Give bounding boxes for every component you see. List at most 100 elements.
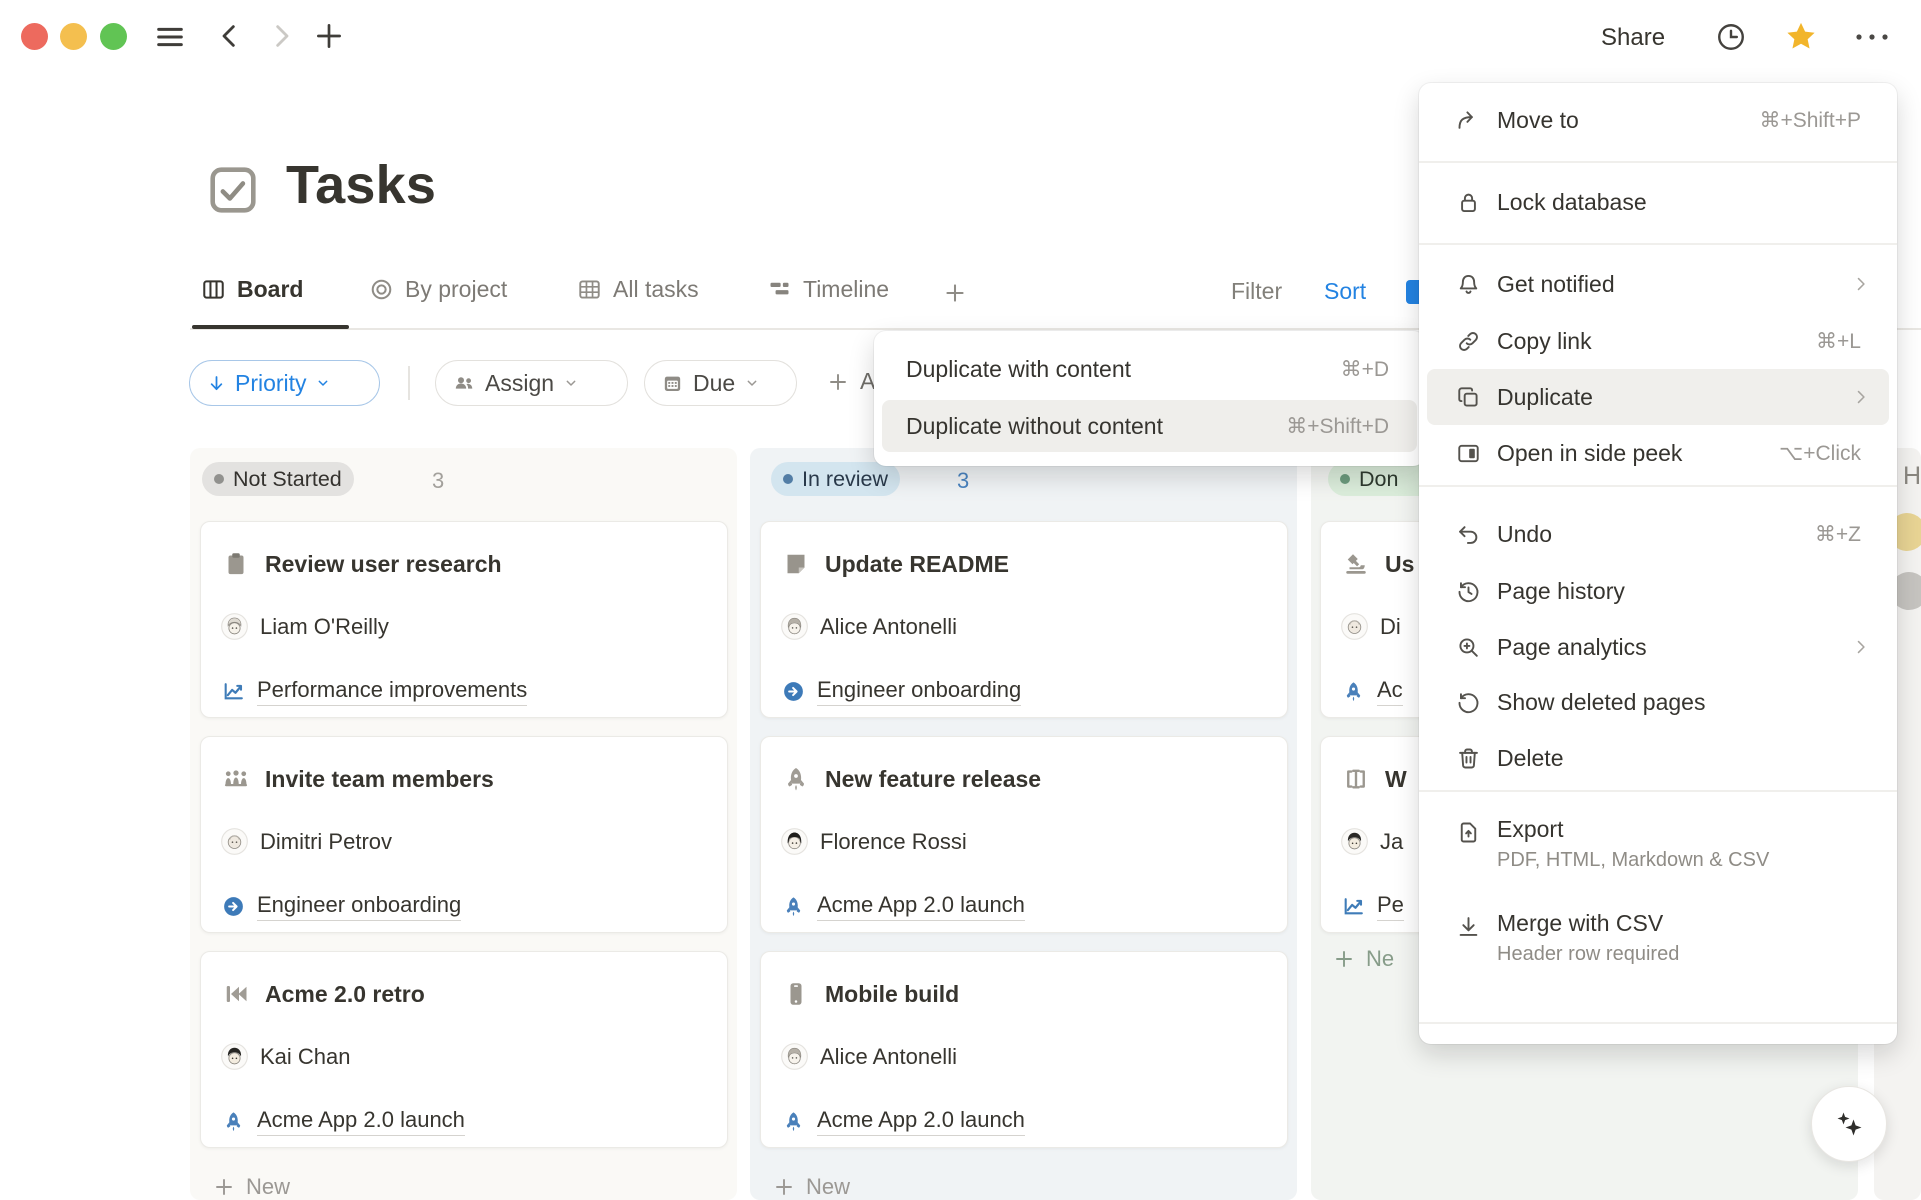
menu-item-label: Page history: [1497, 578, 1625, 605]
card-relation-row[interactable]: Acme App 2.0 launch: [781, 892, 1025, 921]
card-title: Review user research: [265, 551, 502, 578]
menu-item-label: Show deleted pages: [1497, 689, 1705, 716]
card-review-user-research[interactable]: Review user research Liam O'Reilly Perfo…: [200, 521, 728, 718]
menu-item-duplicate[interactable]: Duplicate: [1427, 369, 1889, 425]
page-icon[interactable]: [204, 161, 262, 219]
card-update-readme[interactable]: Update README Alice Antonelli Engineer o…: [760, 521, 1288, 718]
menu-item-undo[interactable]: Undo ⌘+Z: [1427, 506, 1889, 562]
card-title: Update README: [825, 551, 1009, 578]
card-relation-row[interactable]: Performance improvements: [221, 677, 527, 706]
menu-item-move-to[interactable]: Move to ⌘+Shift+P: [1427, 92, 1889, 148]
filter-assign-chip[interactable]: Assign: [435, 360, 628, 406]
analytics-magnifier-icon: [1455, 634, 1482, 661]
updates-button[interactable]: [1714, 20, 1748, 54]
avatar: [1341, 828, 1368, 855]
menu-item-copy-link[interactable]: Copy link ⌘+L: [1427, 313, 1889, 369]
column-name: Don: [1359, 467, 1398, 492]
menu-item-duplicate-without-content[interactable]: Duplicate without content ⌘+Shift+D: [882, 400, 1417, 452]
page-title[interactable]: Tasks: [286, 154, 436, 216]
new-card-label: New: [246, 1174, 290, 1200]
card-mobile-build[interactable]: Mobile build Alice Antonelli Acme App 2.…: [760, 951, 1288, 1148]
menu-item-page-analytics[interactable]: Page analytics: [1427, 619, 1889, 675]
new-button-partial[interactable]: [1406, 280, 1419, 304]
share-button[interactable]: Share: [1601, 24, 1665, 52]
plus-icon: [772, 1175, 796, 1199]
card-relation-row[interactable]: Engineer onboarding: [781, 677, 1021, 706]
menu-item-label: Duplicate with content: [906, 356, 1131, 383]
relation-link[interactable]: Engineer onboarding: [257, 892, 461, 921]
status-dot-green: [1340, 474, 1350, 484]
relation-link[interactable]: Engineer onboarding: [817, 677, 1021, 706]
tab-timeline[interactable]: Timeline: [766, 276, 889, 303]
relation-link[interactable]: Acme App 2.0 launch: [817, 1107, 1025, 1136]
relation-link[interactable]: Acme App 2.0 launch: [817, 892, 1025, 921]
card-relation-row[interactable]: Pe: [1341, 892, 1404, 921]
menu-item-delete[interactable]: Delete: [1427, 730, 1889, 786]
new-card-button[interactable]: New: [772, 1174, 850, 1200]
sort-button[interactable]: Sort: [1324, 278, 1366, 305]
menu-item-export[interactable]: Export PDF, HTML, Markdown & CSV: [1427, 806, 1889, 896]
column-header-not-started[interactable]: Not Started: [202, 462, 354, 496]
new-card-label: Ne: [1366, 946, 1394, 972]
new-card-button-partial[interactable]: Ne: [1332, 946, 1394, 972]
chevron-right-icon: [265, 20, 297, 52]
relation-link[interactable]: Performance improvements: [257, 677, 527, 706]
add-view-button[interactable]: [942, 280, 968, 306]
menu-item-subtitle: Header row required: [1497, 943, 1679, 966]
card-relation-row[interactable]: Ac: [1341, 677, 1403, 706]
card-person-row: Alice Antonelli: [781, 1043, 957, 1070]
card-relation-row[interactable]: Acme App 2.0 launch: [781, 1107, 1025, 1136]
card-title: Us: [1385, 551, 1414, 578]
menu-item-get-notified[interactable]: Get notified: [1427, 256, 1889, 312]
card-relation-row[interactable]: Engineer onboarding: [221, 892, 461, 921]
filter-assign-label: Assign: [485, 370, 554, 397]
menu-item-open-side-peek[interactable]: Open in side peek ⌥+Click: [1427, 425, 1889, 481]
menu-item-label: Move to: [1497, 107, 1579, 134]
card-relation-row[interactable]: Acme App 2.0 launch: [221, 1107, 465, 1136]
relation-link[interactable]: Acme App 2.0 launch: [257, 1107, 465, 1136]
back-button[interactable]: [214, 20, 246, 52]
traffic-close-button[interactable]: [21, 23, 48, 50]
relation-link[interactable]: Pe: [1377, 892, 1404, 921]
menu-item-show-deleted-pages[interactable]: Show deleted pages: [1427, 674, 1889, 730]
column-header-in-review[interactable]: In review: [771, 462, 900, 496]
menu-item-page-history[interactable]: Page history: [1427, 563, 1889, 619]
menu-divider: [1419, 1022, 1897, 1024]
menu-item-label: Open in side peek: [1497, 440, 1682, 467]
tab-all-tasks[interactable]: All tasks: [576, 276, 699, 303]
filter-due-chip[interactable]: Due: [644, 360, 797, 406]
menu-item-lock-database[interactable]: Lock database: [1427, 174, 1889, 230]
side-peek-icon: [1455, 440, 1482, 467]
add-filter-button-partial[interactable]: A: [826, 368, 875, 395]
relation-link[interactable]: Ac: [1377, 677, 1403, 706]
restore-icon: [1455, 689, 1482, 716]
favorite-button[interactable]: [1782, 18, 1820, 56]
filter-due-label: Due: [693, 370, 735, 397]
tab-board-label: Board: [237, 276, 303, 303]
plus-icon: [212, 1175, 236, 1199]
card-acme-retro[interactable]: Acme 2.0 retro Kai Chan Acme App 2.0 lau…: [200, 951, 728, 1148]
rocket-icon: [781, 894, 806, 919]
forward-button[interactable]: [265, 20, 297, 52]
new-tab-button[interactable]: [312, 19, 346, 53]
card-title-row: W: [1341, 764, 1407, 794]
menu-item-label: Export: [1497, 816, 1769, 843]
menu-item-merge-with-csv[interactable]: Merge with CSV Header row required: [1427, 900, 1889, 990]
traffic-zoom-button[interactable]: [100, 23, 127, 50]
card-invite-team-members[interactable]: Invite team members Dimitri Petrov Engin…: [200, 736, 728, 933]
clock-icon: [1714, 20, 1748, 54]
new-card-button[interactable]: New: [212, 1174, 290, 1200]
filter-button[interactable]: Filter: [1231, 278, 1282, 305]
ai-assistant-button[interactable]: [1811, 1086, 1887, 1162]
card-new-feature-release[interactable]: New feature release Florence Rossi Acme …: [760, 736, 1288, 933]
duplicate-submenu: Duplicate with content ⌘+D Duplicate wit…: [874, 331, 1425, 466]
more-options-button[interactable]: [1852, 24, 1892, 50]
avatar: [1341, 613, 1368, 640]
sort-priority-chip[interactable]: Priority: [189, 360, 380, 406]
menu-shortcut: ⌥+Click: [1779, 441, 1861, 466]
traffic-minimize-button[interactable]: [60, 23, 87, 50]
menu-item-duplicate-with-content[interactable]: Duplicate with content ⌘+D: [882, 343, 1417, 395]
sidebar-menu-button[interactable]: [153, 20, 187, 54]
tab-board[interactable]: Board: [200, 276, 303, 303]
tab-by-project[interactable]: By project: [368, 276, 507, 303]
